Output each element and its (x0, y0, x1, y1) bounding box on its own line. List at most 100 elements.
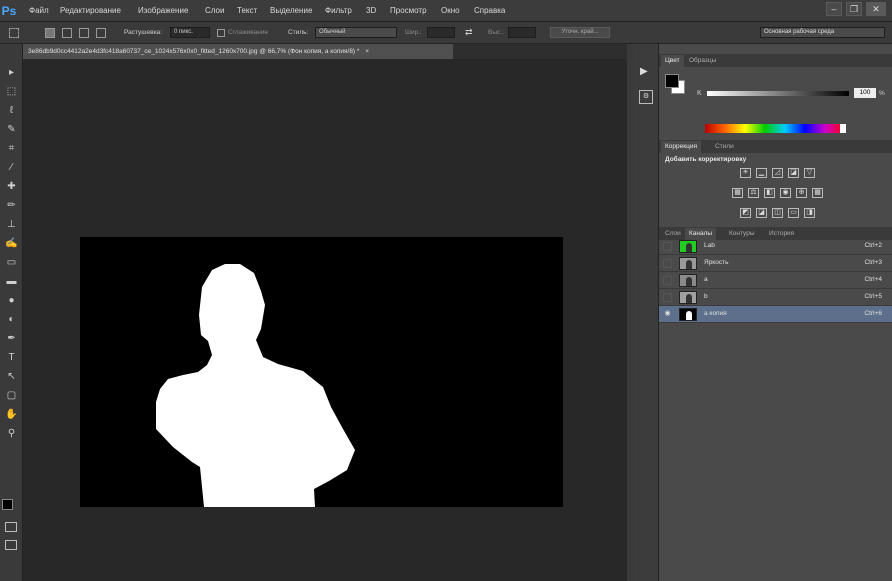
menu-filter[interactable]: Фильтр (325, 4, 352, 18)
close-button[interactable]: ✕ (866, 2, 886, 16)
visibility-eye-icon[interactable]: ◉ (663, 310, 672, 319)
refine-edge-button[interactable]: Уточн. край... (550, 27, 610, 38)
width-input[interactable] (427, 27, 455, 38)
brightness-contrast-icon[interactable]: ☀ (740, 168, 751, 178)
marquee-icon[interactable]: ⬚ (4, 85, 19, 99)
color-foreground-swatch[interactable] (665, 74, 679, 88)
quick-select-icon[interactable]: ✎ (4, 123, 19, 137)
visibility-eye-icon[interactable] (663, 259, 672, 268)
tab-styles[interactable]: Стили (711, 141, 738, 153)
swap-icon[interactable]: ⇄ (465, 27, 473, 38)
screen-mode-icon[interactable] (5, 540, 17, 550)
eyedropper-icon[interactable]: ⁄ (4, 161, 19, 175)
visibility-eye-icon[interactable] (663, 242, 672, 251)
healing-brush-icon[interactable]: ✚ (4, 180, 19, 194)
menu-3d[interactable]: 3D (366, 4, 376, 18)
invert-icon[interactable]: ◩ (740, 208, 751, 218)
black-white-icon[interactable]: ◧ (764, 188, 775, 198)
tab-swatches[interactable]: Образцы (685, 55, 720, 67)
marquee-preset-icon[interactable] (9, 28, 19, 38)
channel-row[interactable]: a Ctrl+4 (659, 272, 892, 289)
quick-mask-icon[interactable] (5, 522, 17, 532)
style-select[interactable]: Обычный (315, 27, 397, 38)
gradient-map-icon[interactable]: ▭ (788, 208, 799, 218)
canvas-area[interactable] (23, 59, 627, 581)
visibility-eye-icon[interactable] (663, 276, 672, 285)
history-brush-icon[interactable]: ✍ (4, 237, 19, 251)
menu-view[interactable]: Просмотр (390, 4, 427, 18)
spectrum-white-swatch[interactable] (840, 124, 846, 133)
visibility-eye-icon[interactable] (663, 293, 672, 302)
type-icon[interactable]: T (4, 351, 19, 365)
k-slider[interactable] (707, 91, 849, 96)
menu-file[interactable]: Файл (29, 4, 49, 18)
vibrance-icon[interactable]: ▽ (804, 168, 815, 178)
channel-name: a копия (704, 310, 727, 317)
tab-adjustments[interactable]: Коррекция (661, 141, 701, 153)
zoom-icon[interactable]: ⚲ (4, 427, 19, 441)
menu-help[interactable]: Справка (474, 4, 505, 18)
height-input[interactable] (508, 27, 536, 38)
clone-stamp-icon[interactable]: ⊥ (4, 218, 19, 232)
exposure-icon[interactable]: ◪ (788, 168, 799, 178)
channel-name: b (704, 293, 708, 300)
pen-icon[interactable]: ✒ (4, 332, 19, 346)
channel-name: Яркость (704, 259, 729, 266)
new-selection-icon[interactable] (45, 28, 55, 38)
feather-input[interactable]: 0 пикс. (170, 27, 210, 38)
color-spectrum-bar[interactable] (705, 124, 845, 133)
channel-row[interactable]: Lab Ctrl+2 (659, 238, 892, 255)
path-select-icon[interactable]: ↖ (4, 370, 19, 384)
k-value-input[interactable]: 100 (854, 88, 876, 98)
channel-thumbnail (679, 274, 697, 287)
posterize-icon[interactable]: ◪ (756, 208, 767, 218)
eraser-icon[interactable]: ▭ (4, 256, 19, 270)
thumbnail-figure (686, 311, 692, 320)
hand-icon[interactable]: ✋ (4, 408, 19, 422)
hue-saturation-icon[interactable]: ▦ (732, 188, 743, 198)
lasso-icon[interactable]: ℓ (4, 104, 19, 118)
photo-filter-icon[interactable]: ◉ (780, 188, 791, 198)
document-image[interactable] (80, 237, 563, 507)
menu-edit[interactable]: Редактирование (60, 4, 121, 18)
menu-layers[interactable]: Слои (205, 4, 224, 18)
shape-icon[interactable]: ▢ (4, 389, 19, 403)
crop-icon[interactable]: ⌗ (4, 142, 19, 156)
silhouette-mask (156, 264, 355, 507)
close-tab-icon[interactable]: × (365, 48, 369, 55)
move-icon[interactable]: ▸ (4, 66, 19, 80)
gradient-icon[interactable]: ▬ (4, 275, 19, 289)
properties-icon[interactable]: ⚙ (639, 90, 653, 104)
foreground-color-swatch[interactable] (2, 499, 13, 510)
document-tab-bar: 3e86db9d0cc4412a2e4d3fc418a60737_ce_1024… (23, 44, 627, 59)
curves-icon[interactable]: ◿ (772, 168, 783, 178)
restore-button[interactable]: ❐ (846, 2, 862, 16)
menu-select[interactable]: Выделение (270, 4, 312, 18)
channel-row[interactable]: ◉ a копия Ctrl+6 (659, 306, 892, 323)
tab-color[interactable]: Цвет (661, 55, 684, 67)
channel-name: Lab (704, 242, 715, 249)
threshold-icon[interactable]: ◫ (772, 208, 783, 218)
minimize-button[interactable]: – (826, 2, 842, 16)
selective-color-icon[interactable]: ◨ (804, 208, 815, 218)
intersect-selection-icon[interactable] (96, 28, 106, 38)
document-tab[interactable]: 3e86db9d0cc4412a2e4d3fc418a60737_ce_1024… (23, 44, 453, 59)
add-selection-icon[interactable] (62, 28, 72, 38)
workspace-select[interactable]: Основная рабочая среда (760, 27, 885, 38)
menu-type[interactable]: Текст (237, 4, 257, 18)
blur-icon[interactable]: ● (4, 294, 19, 308)
color-lookup-icon[interactable]: ▦ (812, 188, 823, 198)
document-tab-title: 3e86db9d0cc4412a2e4d3fc418a60737_ce_1024… (28, 48, 360, 55)
color-balance-icon[interactable]: ⚖ (748, 188, 759, 198)
dodge-icon[interactable]: ◐ (4, 313, 19, 327)
menu-window[interactable]: Окно (441, 4, 460, 18)
channel-mixer-icon[interactable]: ⊕ (796, 188, 807, 198)
channel-row[interactable]: b Ctrl+5 (659, 289, 892, 306)
brush-icon[interactable]: ✏ (4, 199, 19, 213)
antialias-checkbox[interactable] (217, 29, 225, 37)
channel-row[interactable]: Яркость Ctrl+3 (659, 255, 892, 272)
subtract-selection-icon[interactable] (79, 28, 89, 38)
menu-image[interactable]: Изображение (138, 4, 188, 18)
play-icon[interactable]: ▶ (640, 66, 648, 77)
levels-icon[interactable]: ▁ (756, 168, 767, 178)
